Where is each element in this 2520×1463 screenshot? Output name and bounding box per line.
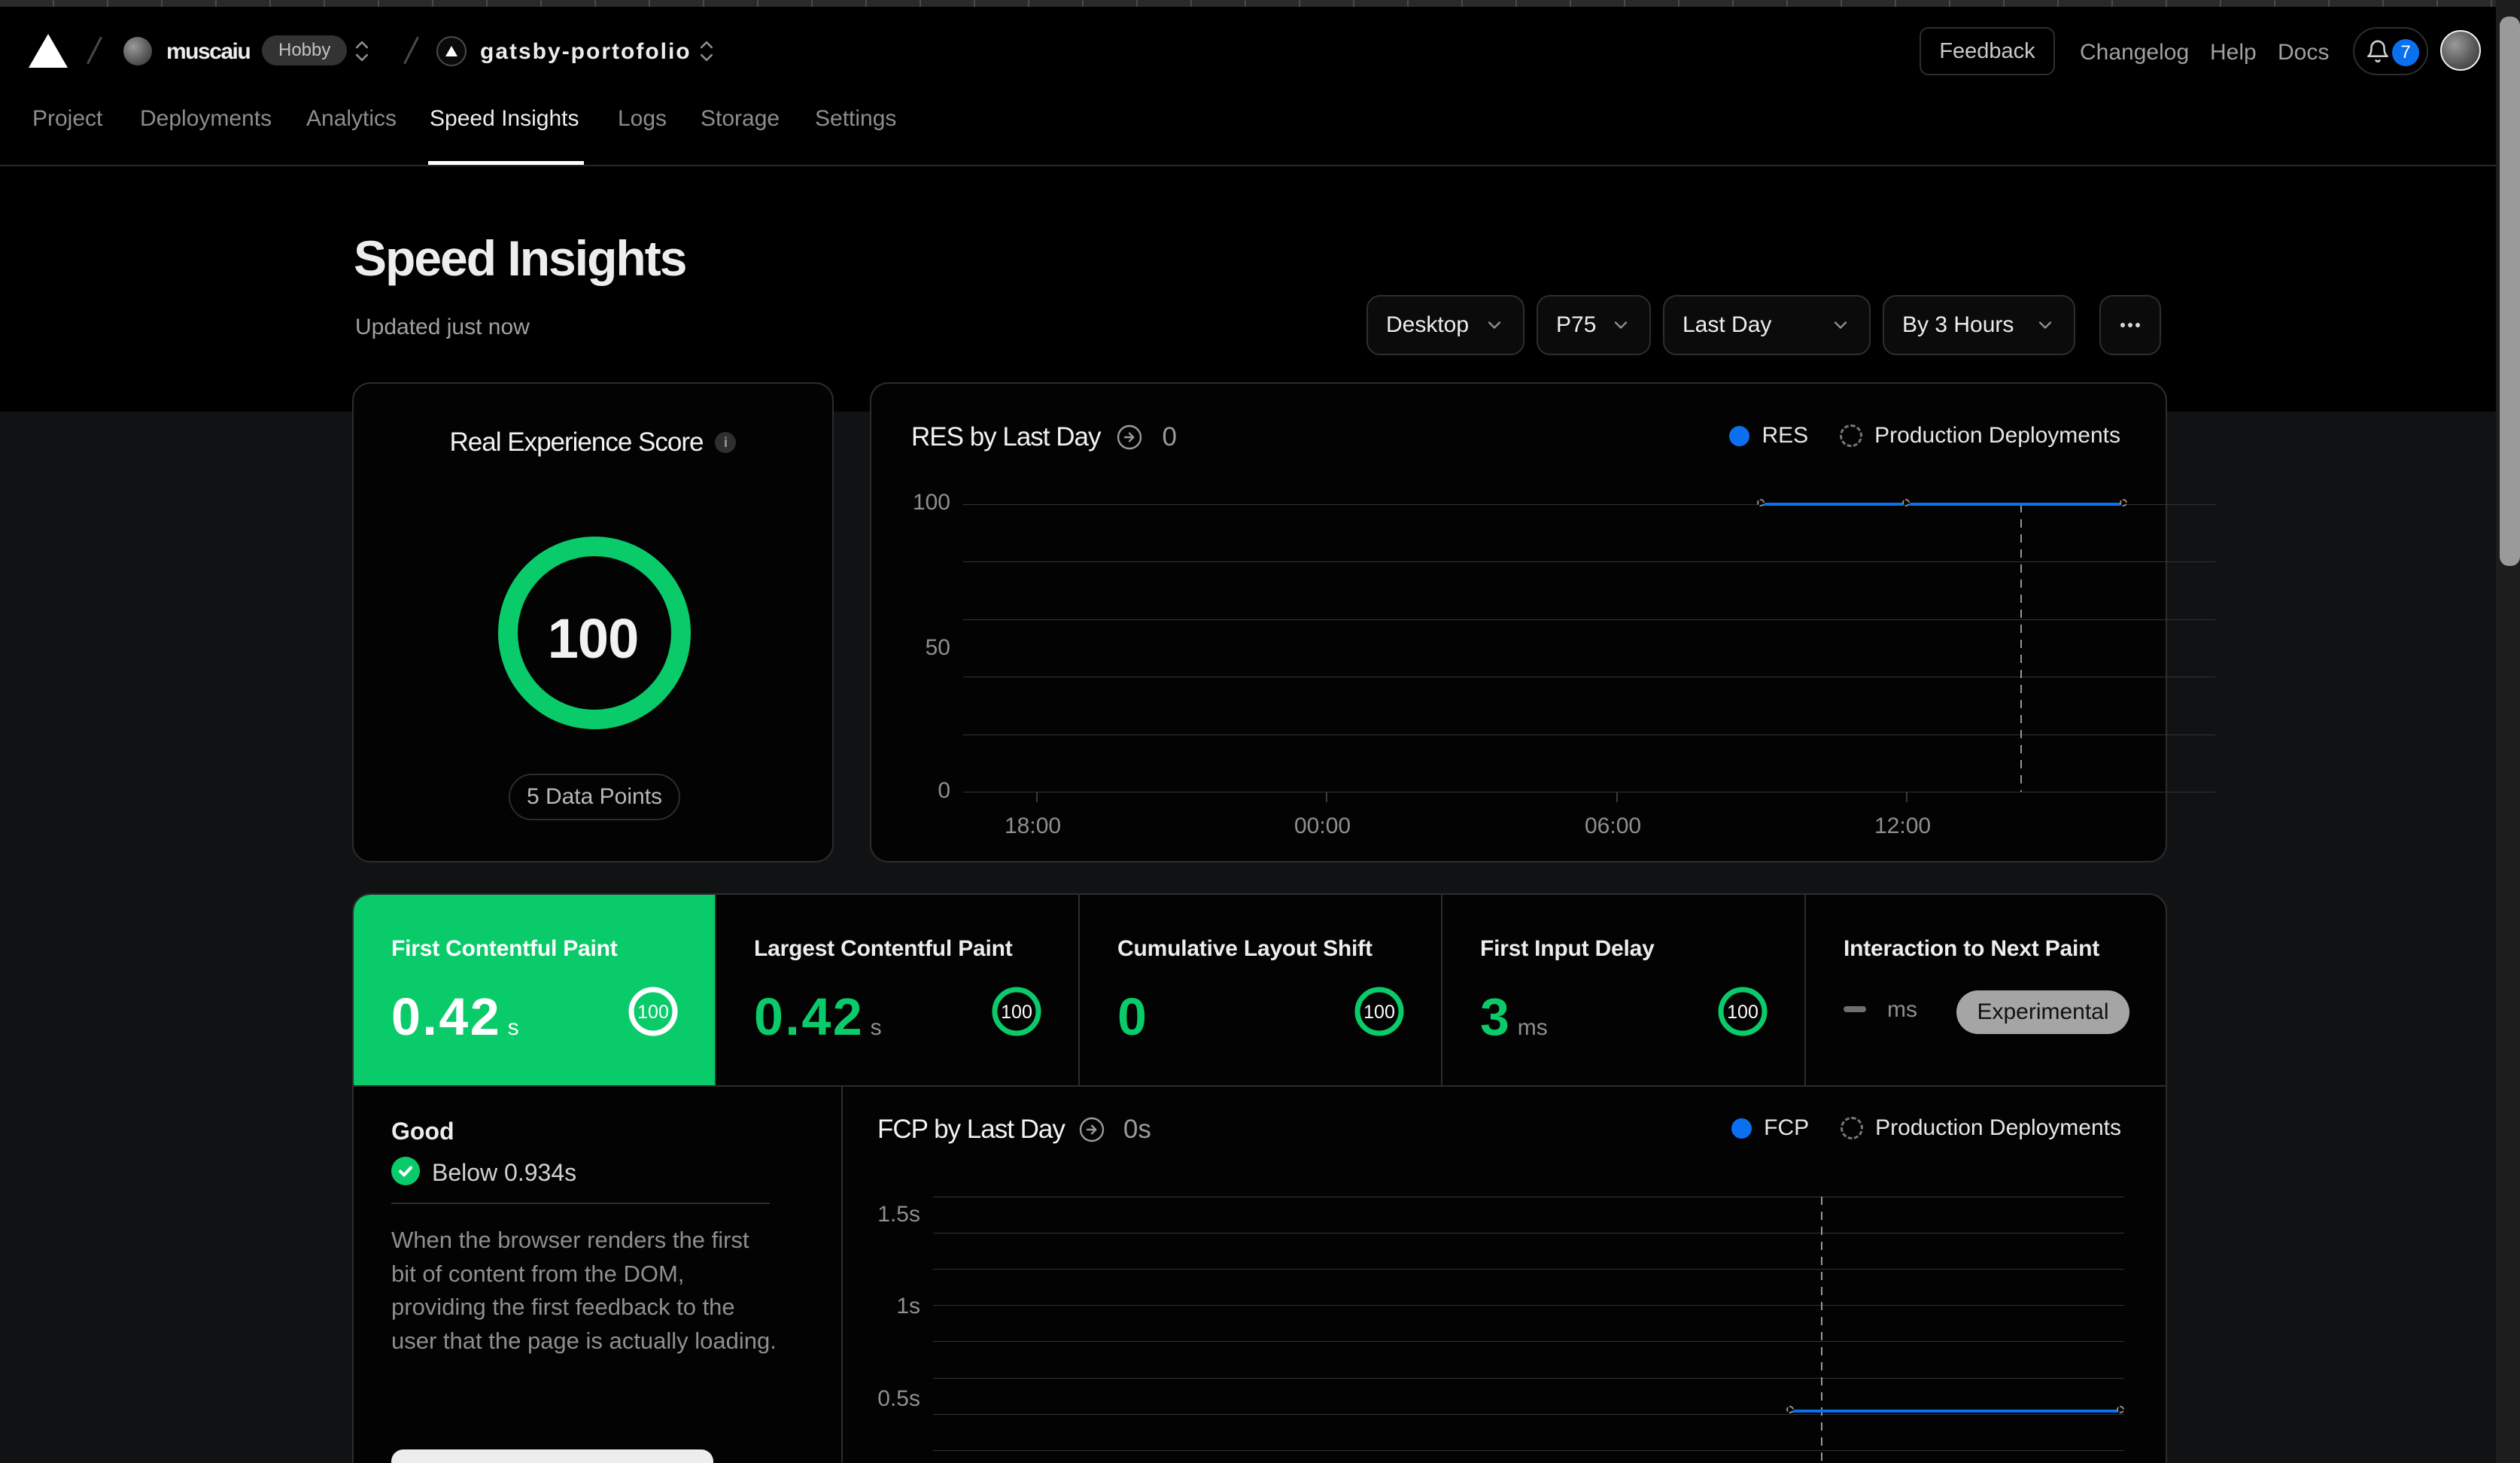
svg-text:100: 100	[637, 1002, 669, 1023]
svg-text:100: 100	[1363, 1002, 1395, 1023]
svg-text:100: 100	[1001, 1002, 1032, 1023]
svg-text:100: 100	[1727, 1002, 1759, 1023]
